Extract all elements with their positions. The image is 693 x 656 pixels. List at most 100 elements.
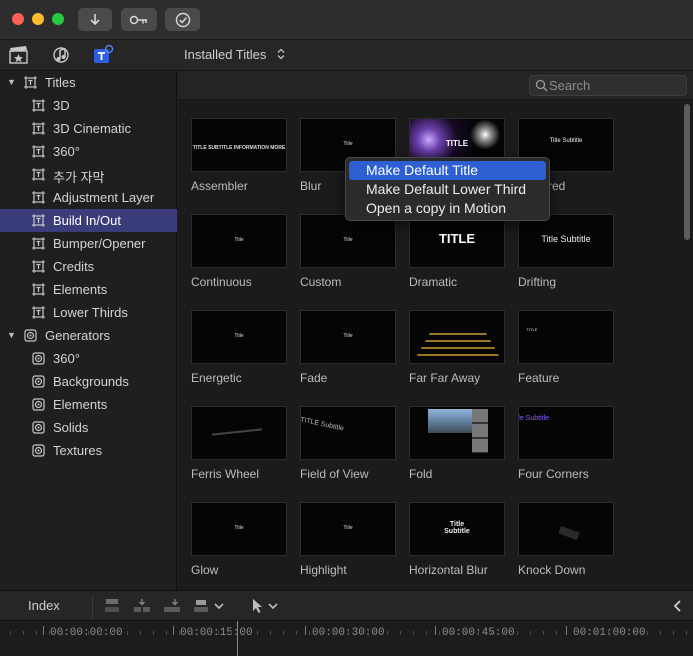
title-thumbnail[interactable]: Title — [300, 502, 396, 556]
timeline-toolbar: Index — [0, 590, 693, 621]
title-thumbnail[interactable]: Title Subtitle — [409, 502, 505, 556]
title-thumbnail[interactable]: TITLE — [518, 310, 614, 364]
title-thumbnail[interactable] — [409, 406, 505, 460]
title-thumbnail[interactable]: Title — [300, 214, 396, 268]
background-tasks-button[interactable] — [165, 8, 200, 31]
title-tile[interactable]: Far Far Away — [409, 310, 506, 385]
menu-item-make-default-title[interactable]: Make Default Title — [349, 161, 546, 180]
ruler-minor-tick — [517, 631, 518, 635]
sidebar-item-gen-2[interactable]: Elements — [0, 393, 177, 416]
title-thumbnail[interactable]: TITLE SUBTITLE INFORMATION MORE — [191, 118, 287, 172]
zoom-window-button[interactable] — [52, 13, 64, 25]
title-thumbnail[interactable]: Title — [191, 310, 287, 364]
minimize-window-button[interactable] — [32, 13, 44, 25]
title-tile[interactable]: Title Energetic — [191, 310, 288, 385]
chevron-down-icon[interactable] — [213, 598, 225, 614]
sidebar-item-title-5[interactable]: Build In/Out — [0, 209, 177, 232]
title-thumbnail[interactable] — [191, 406, 287, 460]
title-thumbnail[interactable]: TITLE — [409, 214, 505, 268]
title-tile[interactable]: Title Custom — [300, 214, 397, 289]
connect-clip-icon[interactable] — [103, 598, 121, 614]
chevron-left-icon[interactable] — [670, 598, 684, 614]
title-thumbnail[interactable]: Title Subtitle — [518, 214, 614, 268]
menu-item-make-default-lower-third[interactable]: Make Default Lower Third — [346, 180, 549, 199]
chevron-updown-icon[interactable] — [277, 48, 285, 61]
vertical-scrollbar[interactable] — [684, 104, 690, 240]
sidebar-item-title-7[interactable]: Credits — [0, 255, 177, 278]
tile-label: Highlight — [300, 563, 347, 577]
sidebar-item-label: Build In/Out — [53, 213, 121, 228]
title-tile[interactable]: Title Subtitle Four Corners — [518, 406, 615, 481]
disclosure-triangle-icon[interactable]: ▼ — [7, 77, 16, 87]
title-thumbnail[interactable] — [409, 310, 505, 364]
sidebar-item-title-1[interactable]: 3D Cinematic — [0, 117, 177, 140]
sidebar-item-title-0[interactable]: 3D — [0, 94, 177, 117]
sidebar-item-title-4[interactable]: Adjustment Layer — [0, 186, 177, 209]
sidebar-item-title-9[interactable]: Lower Thirds — [0, 301, 177, 324]
sidebar-item-gen-4[interactable]: Textures — [0, 439, 177, 462]
title-tile[interactable]: Title Highlight — [300, 502, 397, 577]
sidebar-item-title-8[interactable]: Elements — [0, 278, 177, 301]
title-tile[interactable]: Title Glow — [191, 502, 288, 577]
title-tile[interactable]: Ferris Wheel — [191, 406, 288, 481]
keyword-button[interactable] — [121, 8, 157, 31]
title-tile[interactable]: Title Continuous — [191, 214, 288, 289]
media-browser-icon[interactable] — [8, 45, 30, 65]
title-icon — [32, 260, 45, 273]
timeline-ruler[interactable]: 00:00:00:0000:00:15:0000:00:30:0000:00:4… — [0, 621, 693, 656]
title-tile[interactable]: Title Subtitle Horizontal Blur — [409, 502, 506, 577]
thumbnail-text: Title — [343, 333, 353, 339]
thumbnail-text: Title Subtitle — [518, 415, 550, 422]
ruler-tick — [173, 626, 174, 635]
titles-generators-icon[interactable] — [92, 45, 114, 65]
title-tile[interactable]: Knock Down — [518, 502, 615, 577]
sidebar-item-gen-0[interactable]: 360° — [0, 347, 177, 370]
title-thumbnail[interactable]: Title — [191, 214, 287, 268]
tile-label: Dramatic — [409, 275, 458, 289]
title-thumbnail[interactable]: Title Subtitle — [518, 406, 614, 460]
title-tile[interactable]: Title Subtitle Drifting — [518, 214, 615, 289]
toolbar-divider — [92, 595, 93, 618]
ruler-minor-tick — [387, 631, 388, 635]
sidebar-item-gen-1[interactable]: Backgrounds — [0, 370, 177, 393]
title-thumbnail[interactable]: TITLE Subtitle — [300, 406, 396, 460]
sidebar-item-label: Textures — [53, 443, 103, 458]
sidebar-item-gen-3[interactable]: Solids — [0, 416, 177, 439]
title-thumbnail[interactable] — [518, 502, 614, 556]
photos-audio-icon[interactable] — [50, 45, 72, 65]
title-tile[interactable]: Fold — [409, 406, 506, 481]
title-tile[interactable]: TITLE Subtitle Field of View — [300, 406, 397, 481]
ruler-minor-tick — [257, 631, 258, 635]
ruler-minor-tick — [439, 631, 440, 635]
import-button[interactable] — [78, 8, 112, 31]
thumbnail-text: Title — [234, 237, 244, 243]
chevron-down-icon[interactable] — [267, 598, 279, 614]
installed-titles-menu[interactable]: Installed Titles — [184, 47, 266, 62]
fold-panels-graphic — [472, 409, 488, 453]
title-thumbnail[interactable]: Title — [191, 502, 287, 556]
sidebar-item-title-3[interactable]: 추가 자막 — [0, 163, 177, 186]
insert-clip-icon[interactable] — [133, 598, 151, 614]
title-tile[interactable]: Title Fade — [300, 310, 397, 385]
sidebar-item-title-6[interactable]: Bumper/Opener — [0, 232, 177, 255]
sidebar-item-title-2[interactable]: 360° — [0, 140, 177, 163]
menu-item-open-copy-in-motion[interactable]: Open a copy in Motion — [346, 199, 549, 218]
title-thumbnail[interactable]: Title — [300, 310, 396, 364]
append-clip-icon[interactable] — [163, 598, 181, 614]
sidebar-section-generators[interactable]: ▼ Generators — [0, 324, 177, 347]
search-input[interactable] — [549, 77, 683, 94]
tile-label: Four Corners — [518, 467, 589, 481]
sidebar-section-titles[interactable]: ▼ Titles — [0, 71, 177, 94]
check-icon — [175, 12, 190, 27]
select-tool-icon[interactable] — [249, 598, 267, 614]
title-tile[interactable]: TITLE Dramatic — [409, 214, 506, 289]
tile-label: Continuous — [191, 275, 252, 289]
tile-label: Feature — [518, 371, 560, 385]
search-field[interactable] — [529, 75, 687, 96]
disclosure-triangle-icon[interactable]: ▼ — [7, 330, 16, 340]
title-tile[interactable]: TITLE Feature — [518, 310, 615, 385]
title-tile[interactable]: TITLE SUBTITLE INFORMATION MORE Assembler — [191, 118, 288, 193]
close-window-button[interactable] — [12, 13, 24, 25]
index-button[interactable]: Index — [28, 598, 60, 613]
overwrite-clip-icon[interactable] — [193, 598, 211, 614]
